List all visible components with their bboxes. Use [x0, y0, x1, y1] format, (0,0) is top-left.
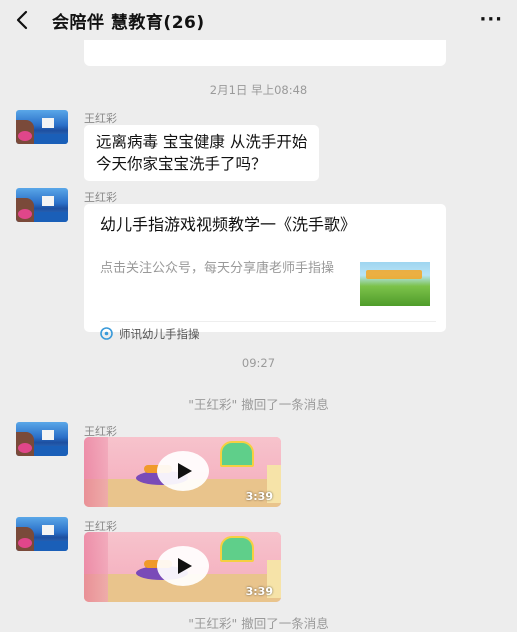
sender-avatar[interactable]	[16, 422, 68, 456]
link-title: 幼儿手指游戏视频教学一《洗手歌》	[100, 215, 357, 234]
recall-notice: "王红彩" 撤回了一条消息	[188, 397, 329, 412]
mini-program-icon	[100, 327, 113, 340]
sender-avatar[interactable]	[16, 517, 68, 551]
back-arrow-icon[interactable]	[14, 10, 32, 30]
message-timestamp: 09:27	[241, 356, 276, 370]
chat-header: 会陪伴 慧教育(26) ···	[0, 0, 517, 40]
message-text-line: 远离病毒 宝宝健康 从洗手开始	[96, 133, 308, 151]
text-message-bubble[interactable]: 远离病毒 宝宝健康 从洗手开始 今天你家宝宝洗手了吗？	[84, 125, 320, 181]
sender-name: 王红彩	[84, 191, 117, 204]
link-description: 点击关注公众号，每天分享唐老师手指操	[100, 261, 335, 276]
sender-name: 王红彩	[84, 112, 117, 125]
message-timestamp: 2月1日 早上08:48	[209, 83, 308, 97]
link-thumbnail	[360, 262, 430, 306]
chat-title: 会陪伴 慧教育(26)	[52, 13, 205, 33]
play-icon[interactable]	[157, 546, 209, 586]
video-message[interactable]: 3:39	[84, 437, 281, 507]
play-icon[interactable]	[157, 451, 209, 491]
link-card[interactable]: 幼儿手指游戏视频教学一《洗手歌》 点击关注公众号，每天分享唐老师手指操 师讯幼儿…	[84, 204, 446, 341]
video-message[interactable]: 3:39	[84, 532, 281, 602]
previous-message-card[interactable]	[84, 36, 446, 66]
video-duration: 3:39	[245, 585, 273, 598]
sender-avatar[interactable]	[16, 110, 68, 144]
sender-avatar[interactable]	[16, 188, 68, 222]
link-source-name: 师讯幼儿手指操	[119, 327, 200, 341]
video-duration: 3:39	[245, 490, 273, 503]
more-icon[interactable]: ···	[479, 9, 503, 30]
message-text-line: 今天你家宝宝洗手了吗？	[96, 155, 267, 173]
divider	[100, 321, 436, 322]
